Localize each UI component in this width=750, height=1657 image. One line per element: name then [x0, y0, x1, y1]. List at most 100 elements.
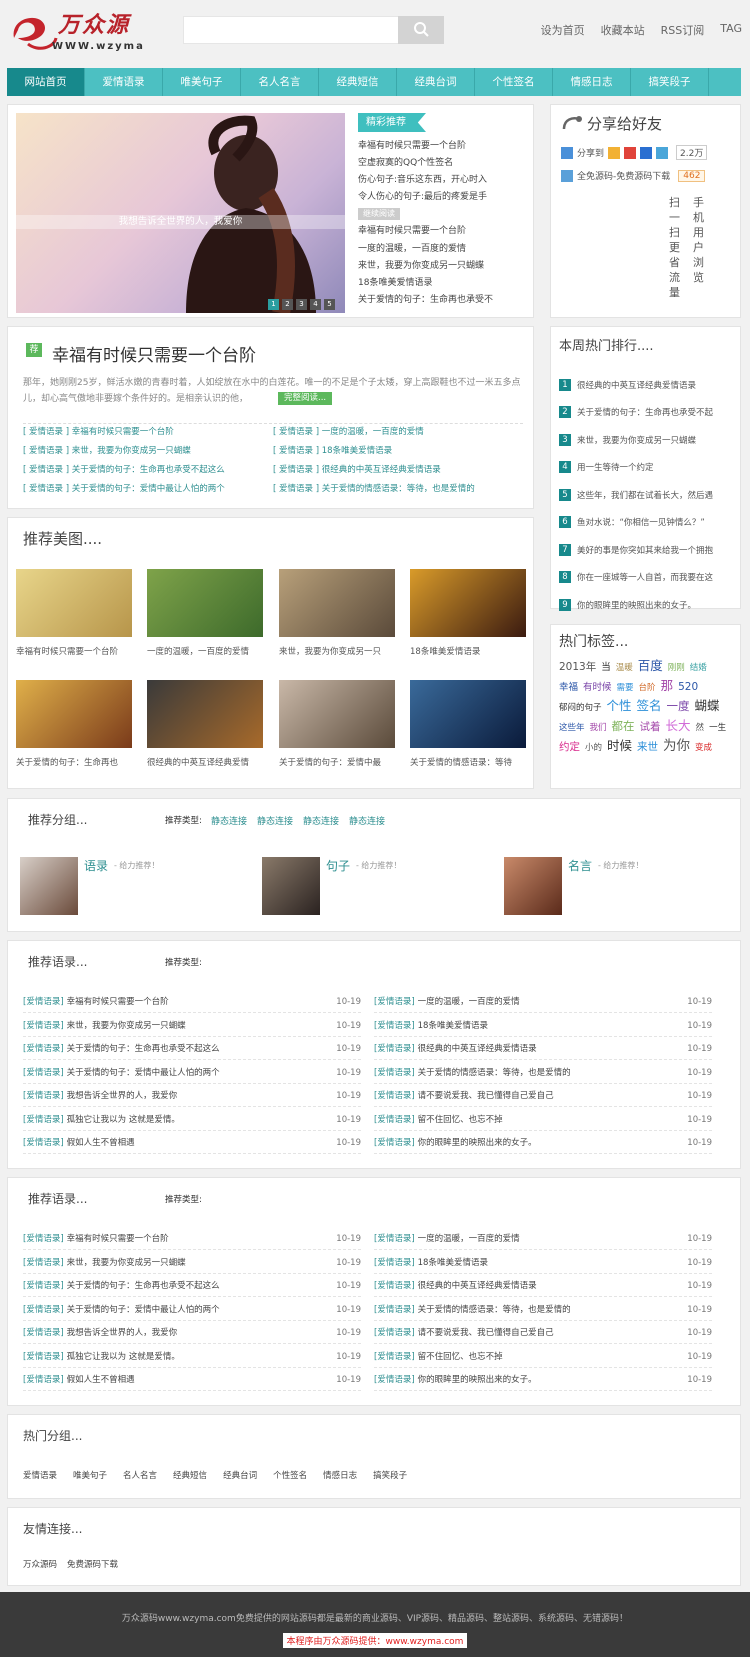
nav-classic-sms[interactable]: 经典短信 [319, 68, 397, 96]
quote-category[interactable]: [爱情语录] [374, 1375, 415, 1385]
table-row[interactable]: [爱情语录] 关于爱情的句子：生命再也承受不起这么 10-19 [23, 1275, 361, 1297]
nav-love-quotes[interactable]: 爱情语录 [85, 68, 163, 96]
list-item[interactable]: 关于爱情的句子：生命再也承受不 [358, 292, 508, 309]
quote-title[interactable]: 来世，我要为你变成另一只蝴蝶 [67, 1021, 186, 1031]
group-link[interactable]: 唯美句子 [73, 1469, 107, 1481]
nav-famous-quotes[interactable]: 名人名言 [241, 68, 319, 96]
quote-category[interactable]: [爱情语录] [23, 1305, 64, 1315]
photo-caption[interactable]: 很经典的中英互译经典爱情 [147, 756, 265, 768]
nav-emotion-log[interactable]: 情感日志 [553, 68, 631, 96]
quote-category[interactable]: [爱情语录] [23, 1234, 64, 1244]
quote-title[interactable]: 18条唯美爱情语录 [418, 1258, 488, 1268]
slider-dot-1[interactable]: 1 [268, 299, 279, 310]
quote-category[interactable]: [爱情语录] [374, 1305, 415, 1315]
slider-dot-3[interactable]: 3 [296, 299, 307, 310]
search-button[interactable] [398, 16, 444, 44]
table-row[interactable]: [爱情语录] 关于爱情的句子：爱情中最让人怕的两个 10-19 [23, 1062, 361, 1084]
tag-link[interactable]: 当 [601, 662, 611, 673]
list-item[interactable]: 伤心句子:音乐这东西，开心时入 [358, 172, 508, 189]
tag-link[interactable]: 那 [661, 678, 674, 693]
quote-category[interactable]: [爱情语录] [23, 1021, 64, 1031]
quote-category[interactable]: [爱情语录] [374, 997, 415, 1007]
list-item[interactable]: 来世，我要为你变成另一只蝴蝶 [577, 434, 696, 446]
quote-category[interactable]: [爱情语录] [374, 1091, 415, 1101]
tag-link[interactable]: 我们 [590, 723, 607, 733]
quote-title[interactable]: 孤独它让我以为 这就是爱情。 [67, 1352, 180, 1362]
nav-beautiful-sentences[interactable]: 唯美句子 [163, 68, 241, 96]
share-to-label[interactable]: 分享到 [577, 146, 604, 159]
quote-title[interactable]: 关于爱情的句子：生命再也承受不起这么 [67, 1281, 220, 1291]
list-item[interactable]: 幸福有时候只需要一个台阶 [358, 138, 508, 155]
tag-link[interactable]: 台阶 [639, 683, 656, 693]
table-row[interactable]: [爱情语录] 你的眼眸里的映照出来的女子。 10-19 [374, 1132, 712, 1154]
quote-category[interactable]: [爱情语录] [23, 1352, 64, 1362]
tag-link[interactable]: 2013年 [559, 661, 596, 673]
table-row[interactable]: [爱情语录] 关于爱情的情感语录：等待，也是爱情的 10-19 [374, 1062, 712, 1084]
photo-item[interactable] [410, 680, 526, 748]
tag-link[interactable]: 结婚 [690, 663, 707, 673]
rss-link[interactable]: RSS订阅 [661, 22, 705, 38]
table-row[interactable]: [爱情语录] 你的眼眸里的映照出来的女子。 10-19 [374, 1369, 712, 1391]
quote-category[interactable]: [爱情语录] [23, 1091, 64, 1101]
feature-title[interactable]: 幸福有时候只需要一个台阶 [52, 341, 256, 366]
table-row[interactable]: [爱情语录] 假如人生不曾相遇 10-19 [23, 1369, 361, 1391]
photo-item[interactable] [147, 680, 263, 748]
quote-category[interactable]: [爱情语录] [374, 1352, 415, 1362]
list-item[interactable]: 很经典的中英互译经典爱情语录 [322, 465, 441, 475]
group-link[interactable]: 爱情语录 [23, 1469, 57, 1481]
quote-category[interactable]: [爱情语录] [23, 1044, 64, 1054]
tag-link[interactable]: 一生 [709, 723, 726, 733]
table-row[interactable]: [爱情语录] 留不住回忆、也忘不掉 10-19 [374, 1109, 712, 1131]
tag-link[interactable]: 520 [678, 681, 698, 693]
quote-title[interactable]: 关于爱情的句子：生命再也承受不起这么 [67, 1044, 220, 1054]
quote-category[interactable]: [爱情语录] [23, 1375, 64, 1385]
list-item[interactable]: 幸福有时候只需要一个台阶 [72, 427, 174, 437]
table-row[interactable]: [爱情语录] 一度的温暖，一百度的爱情 10-19 [374, 991, 712, 1013]
quote-title[interactable]: 你的眼眸里的映照出来的女子。 [418, 1138, 537, 1148]
list-item[interactable]: 令人伤心的句子:最后的疼爱是手 [358, 189, 508, 206]
photo-caption[interactable]: 18条唯美爱情语录 [410, 645, 528, 657]
list-item[interactable]: 很经典的中英互译经典爱情语录 [577, 379, 696, 391]
quote-category[interactable]: [爱情语录] [374, 1044, 415, 1054]
type-link[interactable]: 静态连接 [257, 814, 293, 827]
quote-category[interactable]: [爱情语录] [374, 1258, 415, 1268]
search-input[interactable] [183, 16, 399, 44]
photo-caption[interactable]: 来世，我要为你变成另一只 [279, 645, 397, 657]
table-row[interactable]: [爱情语录] 18条唯美爱情语录 10-19 [374, 1015, 712, 1037]
group-link[interactable]: 个性签名 [273, 1469, 307, 1481]
quote-category[interactable]: [爱情语录] [374, 1234, 415, 1244]
quote-title[interactable]: 留不住回忆、也忘不掉 [418, 1115, 503, 1125]
photo-item[interactable] [410, 569, 526, 637]
list-item[interactable]: 用一生等待一个约定 [577, 461, 654, 473]
quote-title[interactable]: 很经典的中英互译经典爱情语录 [418, 1044, 537, 1054]
quote-title[interactable]: 孤独它让我以为 这就是爱情。 [67, 1115, 180, 1125]
quote-title[interactable]: 请不要说爱我、我已懂得自己爱自己 [418, 1091, 554, 1101]
list-item[interactable]: 来世，我要为你变成另一只蝴蝶 [72, 446, 191, 456]
table-row[interactable]: [爱情语录] 来世，我要为你变成另一只蝴蝶 10-19 [23, 1015, 361, 1037]
group-thumb[interactable] [262, 857, 320, 915]
quote-title[interactable]: 来世，我要为你变成另一只蝴蝶 [67, 1258, 186, 1268]
table-row[interactable]: [爱情语录] 一度的温暖，一百度的爱情 10-19 [374, 1228, 712, 1250]
table-row[interactable]: [爱情语录] 请不要说爱我、我已懂得自己爱自己 10-19 [374, 1322, 712, 1344]
quote-title[interactable]: 假如人生不曾相遇 [67, 1138, 135, 1148]
table-row[interactable]: [爱情语录] 我想告诉全世界的人，我爱你 10-19 [23, 1322, 361, 1344]
friend-link[interactable]: 万众源码 [23, 1558, 57, 1570]
quote-category[interactable]: [爱情语录] [374, 1281, 415, 1291]
quote-title[interactable]: 请不要说爱我、我已懂得自己爱自己 [418, 1328, 554, 1338]
footer-copyright[interactable]: 本程序由万众源码提供：www.wzyma.com [282, 1633, 468, 1648]
nav-home[interactable]: 网站首页 [7, 68, 85, 96]
list-item[interactable]: 鱼对水说：“你相信一见钟情么？” [577, 516, 705, 528]
table-row[interactable]: [爱情语录] 假如人生不曾相遇 10-19 [23, 1132, 361, 1154]
tag-link[interactable]: 长大 [666, 718, 691, 733]
table-row[interactable]: [爱情语录] 孤独它让我以为 这就是爱情。 10-19 [23, 1109, 361, 1131]
quote-category[interactable]: [爱情语录] [374, 1328, 415, 1338]
group-link[interactable]: 经典短信 [173, 1469, 207, 1481]
quote-title[interactable]: 假如人生不曾相遇 [67, 1375, 135, 1385]
tag-link[interactable]: TAG [720, 22, 742, 38]
table-row[interactable]: [爱情语录] 请不要说爱我、我已懂得自己爱自己 10-19 [374, 1085, 712, 1107]
table-row[interactable]: [爱情语录] 关于爱情的句子：爱情中最让人怕的两个 10-19 [23, 1299, 361, 1321]
table-row[interactable]: [爱情语录] 很经典的中英互译经典爱情语录 10-19 [374, 1275, 712, 1297]
tag-link[interactable]: 时候 [607, 738, 632, 753]
quote-title[interactable]: 18条唯美爱情语录 [418, 1021, 488, 1031]
list-item[interactable]: 18条唯美爱情语录 [358, 275, 508, 292]
